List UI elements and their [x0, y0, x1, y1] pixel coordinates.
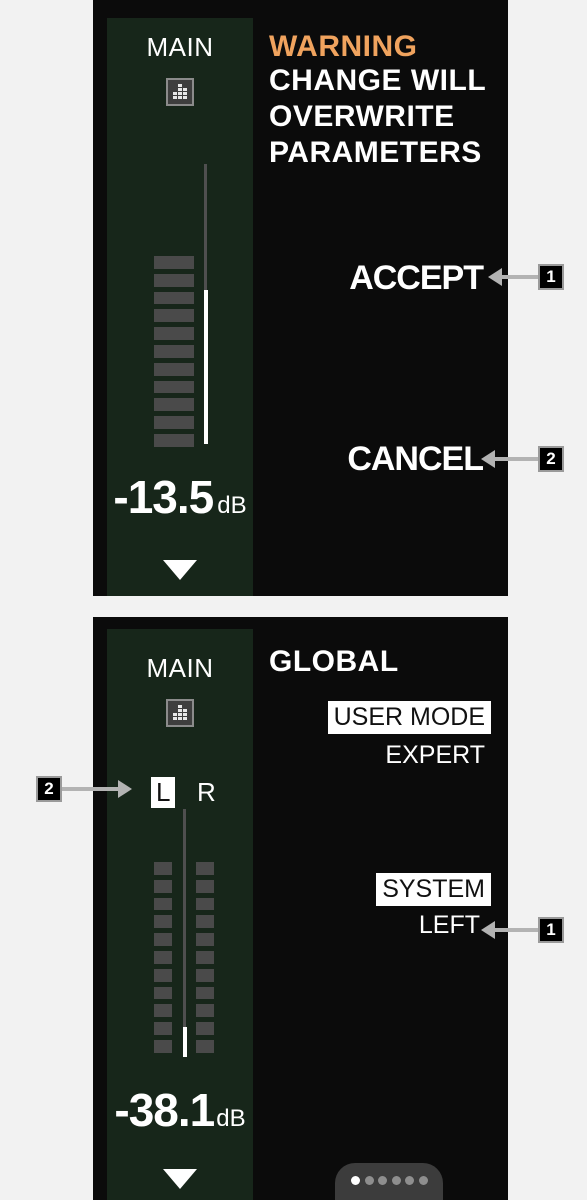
meter-segment [154, 915, 172, 929]
meter-segment [154, 897, 172, 911]
meter-segment [154, 434, 194, 447]
page-dot[interactable] [405, 1176, 414, 1185]
meter-segment [154, 345, 194, 358]
user-mode-label[interactable]: USER MODE [327, 701, 491, 734]
callout-line [493, 457, 538, 461]
meter-segment [154, 256, 194, 269]
channel-strip-main: MAIN -13.5 dB [107, 18, 253, 596]
meter-segment [196, 951, 214, 964]
meter-segment [196, 1022, 214, 1035]
warning-line-1: CHANGE WILL [269, 64, 487, 97]
meter-segment [154, 291, 194, 305]
meter-segment [154, 951, 172, 964]
level-readout: -13.5 dB [107, 470, 253, 524]
channel-name: MAIN [146, 653, 214, 683]
callout-line [500, 275, 538, 279]
page-dot[interactable] [351, 1176, 360, 1185]
system-value[interactable]: LEFT [419, 911, 480, 940]
meter-segment [154, 416, 194, 429]
meter-icon [166, 699, 194, 727]
page-dot[interactable] [378, 1176, 387, 1185]
cancel-button[interactable]: CANCEL [347, 440, 484, 479]
callout-arrow-icon [118, 780, 132, 798]
meter-segment [154, 1022, 172, 1035]
meter-segment [154, 380, 194, 394]
callout-badge-1: 1 [538, 264, 564, 290]
channel-left-label[interactable]: L [151, 777, 176, 808]
warning-line-3: PARAMETERS [269, 136, 482, 169]
meter-segment [196, 862, 214, 875]
section-title: GLOBAL [269, 645, 399, 678]
meter-segment [196, 915, 214, 929]
meter-segment [154, 362, 194, 376]
meter-segment [196, 986, 214, 1000]
callout-badge-2: 2 [36, 776, 62, 802]
page-indicator[interactable] [335, 1163, 443, 1200]
page-dot[interactable] [364, 1176, 374, 1185]
meter-segment [154, 327, 194, 340]
meter-segment [154, 398, 194, 412]
meter-segment [196, 879, 214, 893]
meter-segment [196, 933, 214, 946]
warning-title: WARNING [269, 30, 418, 63]
level-value: -38.1 [114, 1084, 215, 1136]
channel-right-label[interactable]: R [197, 777, 216, 808]
level-value: -13.5 [113, 471, 214, 523]
global-settings-screen: MAIN L R -38.1dB GLOBAL USER MODE EXPERT [93, 617, 508, 1200]
system-label[interactable]: SYSTEM [376, 873, 491, 906]
level-unit: dB [217, 492, 247, 519]
meter-icon [166, 78, 194, 106]
page-dot[interactable] [418, 1176, 428, 1185]
scroll-down-icon[interactable] [163, 1169, 197, 1189]
meter-segment [154, 879, 172, 893]
level-readout: -38.1dB [107, 1083, 253, 1137]
confirm-overwrite-screen: MAIN -13.5 dB WARNING CHANGE WILL OVERWRI… [93, 0, 508, 596]
user-mode-value[interactable]: EXPERT [385, 741, 485, 770]
meter-segment [154, 309, 194, 323]
meter-segment [196, 897, 214, 911]
meter-segment [154, 968, 172, 982]
fader-level [204, 290, 208, 444]
page-dot[interactable] [391, 1176, 401, 1185]
meter-segment [154, 933, 172, 946]
callout-line [62, 787, 118, 791]
meter-segment [154, 862, 172, 875]
meter-segment [154, 273, 194, 287]
meter-segment [196, 968, 214, 982]
meter-segment [196, 1040, 214, 1053]
level-unit: dB [216, 1105, 246, 1132]
meter-segment [154, 1004, 172, 1018]
callout-line [493, 928, 538, 932]
channel-name: MAIN [146, 32, 214, 62]
scroll-down-icon[interactable] [163, 560, 197, 580]
meter-segment [154, 986, 172, 1000]
fader-level [183, 1027, 187, 1057]
accept-button[interactable]: ACCEPT [349, 259, 484, 298]
channel-strip-main: MAIN L R -38.1dB [107, 629, 253, 1200]
warning-line-2: OVERWRITE [269, 100, 455, 133]
fader-track[interactable] [183, 809, 186, 1057]
callout-badge-2: 2 [538, 446, 564, 472]
meter-segment [196, 1004, 214, 1018]
callout-badge-1: 1 [538, 917, 564, 943]
meter-segment [154, 1040, 172, 1053]
